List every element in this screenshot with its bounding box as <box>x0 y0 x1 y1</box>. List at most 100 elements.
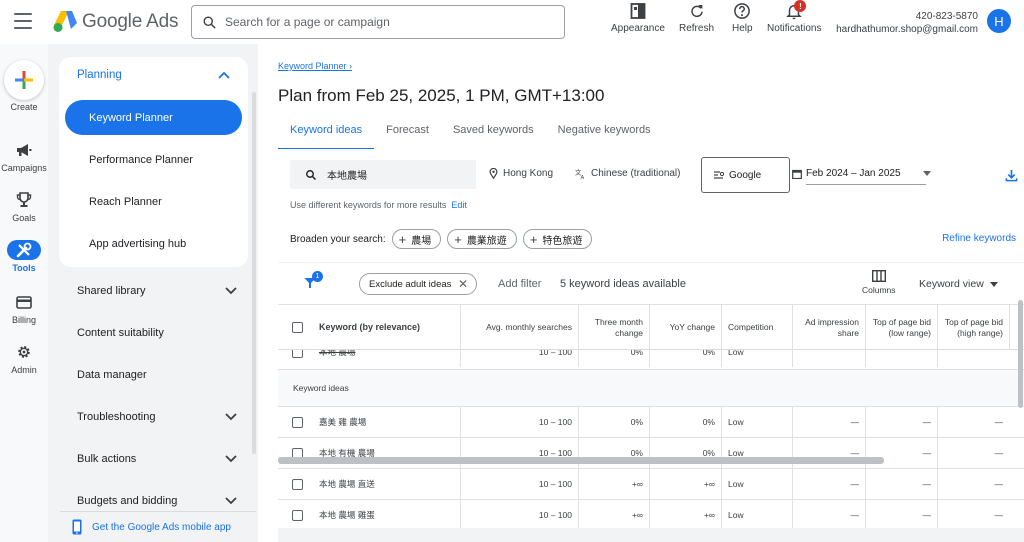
table-row[interactable]: 嘉美 雞 農場 10 – 100 0% 0% Low — — — <box>278 407 1024 438</box>
help-button[interactable]: Help <box>732 2 753 34</box>
broaden-chip[interactable]: + 農業旅遊 <box>447 229 517 249</box>
keyword-input[interactable]: 本地農場 <box>290 160 476 189</box>
close-icon[interactable]: ✕ <box>458 277 468 291</box>
mobile-app-label: Get the Google Ads mobile app <box>92 521 231 533</box>
tab-negative-keywords[interactable]: Negative keywords <box>546 120 663 150</box>
nav-item-reach-planner[interactable]: Reach Planner <box>65 184 242 219</box>
add-filter-button[interactable]: Add filter <box>498 278 541 290</box>
header-three-month[interactable]: Three month change <box>578 305 649 350</box>
broaden-chip[interactable]: + 農場 <box>391 229 442 249</box>
account-info[interactable]: 420-823-5870 hardhathumor.shop@gmail.com <box>836 10 978 36</box>
page-title: Plan from Feb 25, 2025, 1 PM, GMT+13:00 <box>278 86 605 105</box>
header-bid-low[interactable]: Top of page bid (low range) <box>865 305 937 350</box>
row-yoy: +∞ <box>649 469 721 499</box>
nav-scrollbar[interactable] <box>252 92 256 454</box>
refine-keywords-button[interactable]: Refine keywords <box>942 233 1016 244</box>
hint-message: Use different keywords for more results <box>290 200 447 210</box>
header-avg-searches[interactable]: Avg. monthly searches <box>460 305 578 350</box>
table-row[interactable]: 本地 農場 雞蛋 10 – 100 +∞ +∞ Low — — — <box>278 500 1024 528</box>
download-icon[interactable] <box>1005 169 1018 182</box>
nav-item-data-manager[interactable]: Data manager <box>77 365 237 385</box>
nav-item-bulk-actions[interactable]: Bulk actions <box>77 449 237 469</box>
hint-edit-link[interactable]: Edit <box>451 200 467 210</box>
language-selector[interactable]: 文A Chinese (traditional) <box>575 168 681 179</box>
row-checkbox[interactable] <box>292 416 303 428</box>
broaden-chip-label: 農場 <box>411 235 432 247</box>
vertical-scrollbar[interactable] <box>1018 300 1023 408</box>
rail-item-billing[interactable]: Billing <box>0 292 48 325</box>
create-button[interactable] <box>4 60 44 100</box>
select-all-checkbox[interactable] <box>292 322 303 333</box>
row-competition: Low <box>721 500 792 528</box>
chevron-up-icon[interactable] <box>218 71 230 79</box>
table-row[interactable]: 本地 農場 直送 10 – 100 +∞ +∞ Low — — — <box>278 469 1024 500</box>
avatar[interactable]: H <box>987 9 1011 33</box>
row-yoy: +∞ <box>649 500 721 528</box>
header-bid-high[interactable]: Top of page bid (high range) <box>937 305 1009 350</box>
location-selector[interactable]: Hong Kong <box>489 168 553 179</box>
table-toolbar: 1 Exclude adult ideas ✕ Add filter 5 key… <box>278 263 1024 305</box>
nav-item-keyword-planner[interactable]: Keyword Planner <box>65 100 242 135</box>
header-keyword[interactable]: Keyword (by relevance) <box>313 305 460 350</box>
global-search-input[interactable]: Search for a page or campaign <box>191 5 565 39</box>
menu-icon[interactable] <box>14 13 32 29</box>
appearance-button[interactable]: Appearance <box>611 2 665 34</box>
search-icon <box>306 169 317 180</box>
nav-item-content-suitability[interactable]: Content suitability <box>77 323 237 343</box>
nav-item-troubleshooting[interactable]: Troubleshooting <box>77 407 237 427</box>
date-range-underline <box>806 184 926 185</box>
row-ad-impression: — <box>792 500 865 528</box>
nav-item-app-hub[interactable]: App advertising hub <box>65 226 242 261</box>
row-avg-searches: 10 – 100 <box>460 407 578 437</box>
phone-icon <box>72 519 82 535</box>
table-header: Keyword (by relevance) Avg. monthly sear… <box>278 305 1024 350</box>
rail-item-tools[interactable]: Tools <box>0 240 48 273</box>
row-cell-empty <box>792 350 865 367</box>
exclude-adult-chip[interactable]: Exclude adult ideas ✕ <box>359 273 477 295</box>
tab-keyword-ideas[interactable]: Keyword ideas <box>278 120 375 150</box>
megaphone-icon <box>17 144 32 156</box>
rail-item-admin[interactable]: Admin <box>0 342 48 375</box>
appearance-label: Appearance <box>611 23 665 34</box>
breadcrumb[interactable]: Keyword Planner › <box>278 61 352 71</box>
nav-item-budgets[interactable]: Budgets and bidding <box>77 491 237 511</box>
columns-button[interactable]: Columns <box>862 270 896 295</box>
filter-count-badge: 1 <box>312 271 323 282</box>
table-row[interactable]: 本地 農場 10 – 100 0% 0% Low <box>278 350 1024 370</box>
row-yoy: 0% <box>649 407 721 437</box>
table-row[interactable]: 本地 有機 農場 10 – 100 0% 0% Low — — — <box>278 438 1024 469</box>
date-range-selector[interactable]: Feb 2024 – Jan 2025 <box>792 168 931 179</box>
header-ad-impression[interactable]: Ad impression share <box>792 305 865 350</box>
notifications-button[interactable]: Notifications ! <box>767 0 821 34</box>
header-yoy[interactable]: YoY change <box>649 305 721 350</box>
filter-button[interactable]: 1 <box>304 271 323 292</box>
nav-shared-library-label: Shared library <box>77 285 146 297</box>
dropdown-arrow-icon <box>922 171 931 176</box>
header-competition[interactable]: Competition <box>721 305 792 350</box>
row-bid-low: — <box>865 469 937 499</box>
row-checkbox[interactable] <box>292 478 303 490</box>
nav-item-shared-library[interactable]: Shared library <box>77 281 237 301</box>
row-checkbox[interactable] <box>292 350 303 358</box>
google-ads-logo <box>53 11 77 32</box>
row-avg-searches: 10 – 100 <box>460 500 578 528</box>
tab-forecast[interactable]: Forecast <box>374 120 441 150</box>
keyword-ideas-panel: 本地農場 Hong Kong 文A Chinese (traditional) … <box>278 149 1024 542</box>
keyword-view-selector[interactable]: Keyword view <box>919 278 998 290</box>
broaden-chip[interactable]: + 特色旅遊 <box>522 229 593 249</box>
nav-section-planning[interactable]: Planning <box>77 69 122 81</box>
broaden-search: Broaden your search: + 農場 + 農業旅遊 + 特色旅遊 <box>290 229 593 249</box>
rail-item-goals[interactable]: Goals <box>0 190 48 223</box>
credit-card-icon <box>16 295 32 309</box>
refresh-button[interactable]: Refresh <box>679 2 714 34</box>
network-selector[interactable]: Google <box>701 157 790 193</box>
row-checkbox[interactable] <box>292 509 303 521</box>
row-keyword: 本地 農場 <box>319 350 356 357</box>
network-icon <box>714 171 724 179</box>
rail-item-campaigns[interactable]: Campaigns <box>0 140 48 173</box>
mobile-app-link[interactable]: Get the Google Ads mobile app <box>60 511 256 542</box>
tab-saved-keywords[interactable]: Saved keywords <box>441 120 546 150</box>
horizontal-scrollbar[interactable] <box>278 457 884 464</box>
nav-item-performance-planner[interactable]: Performance Planner <box>65 142 242 177</box>
select-all-checkbox-cell <box>278 305 313 350</box>
